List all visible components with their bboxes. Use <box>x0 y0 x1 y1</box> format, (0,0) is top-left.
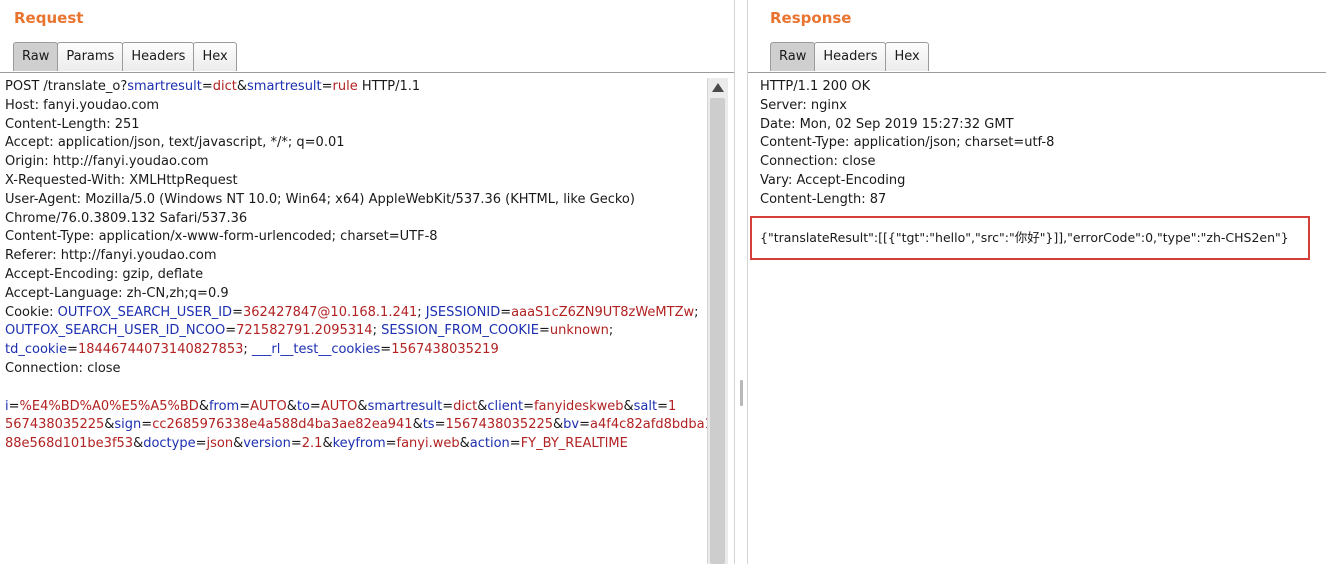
request-header-line: Accept: application/json, text/javascrip… <box>5 135 345 151</box>
request-header-line: Host: fanyi.youdao.com <box>5 97 160 113</box>
response-header-line: Connection: close <box>760 154 876 170</box>
response-header-line: Vary: Accept-Encoding <box>760 172 906 188</box>
cookie-line: OUTFOX_SEARCH_USER_ID_NCOO=721582791.209… <box>5 323 614 339</box>
request-tabs: Raw Params Headers Hex <box>13 42 237 72</box>
response-title: Response <box>770 9 852 27</box>
request-header-line: Content-Type: application/x-www-form-url… <box>5 229 438 245</box>
request-tab-raw[interactable]: Raw <box>13 42 59 71</box>
response-status-line: HTTP/1.1 200 OK <box>760 79 871 94</box>
response-header-line: Content-Type: application/json; charset=… <box>760 135 1055 151</box>
response-header-line: Content-Length: 87 <box>760 191 887 207</box>
response-header-line: Date: Mon, 02 Sep 2019 15:27:32 GMT <box>760 116 1014 132</box>
response-body-json: {"translateResult":[[{"tgt":"hello","src… <box>760 230 1289 245</box>
request-body-line: 88e568d101be3f53&doctype=json&version=2.… <box>5 436 628 452</box>
response-header-line: Server: nginx <box>760 97 847 113</box>
response-tab-headers[interactable]: Headers <box>814 42 887 71</box>
scroll-up-arrow-icon[interactable] <box>712 83 724 92</box>
request-header-line: Content-Length: 251 <box>5 116 140 132</box>
request-body-line: i=%E4%BD%A0%E5%A5%BD&from=AUTO&to=AUTO&s… <box>5 398 677 414</box>
request-header-line: Accept-Encoding: gzip, deflate <box>5 266 204 282</box>
cookie-line: Cookie: OUTFOX_SEARCH_USER_ID=362427847@… <box>5 304 699 320</box>
request-header-line: Referer: http://fanyi.youdao.com <box>5 248 217 264</box>
request-pane: Request Raw Params Headers Hex POST /tra… <box>0 0 734 564</box>
response-tabs: Raw Headers Hex <box>770 42 929 72</box>
request-line: POST /translate_o?smartresult=dict&smart… <box>5 79 421 94</box>
request-title: Request <box>14 9 84 27</box>
request-raw-editor[interactable]: POST /translate_o?smartresult=dict&smart… <box>0 72 734 564</box>
request-tab-params[interactable]: Params <box>57 42 124 71</box>
cookie-line: td_cookie=18446744073140827853; ___rl__t… <box>5 342 499 358</box>
scrollbar-thumb[interactable] <box>710 98 725 564</box>
response-tab-raw[interactable]: Raw <box>770 42 816 71</box>
pane-splitter[interactable] <box>734 0 748 564</box>
response-pane: Response Raw Headers Hex HTTP/1.1 200 OK… <box>748 0 1326 564</box>
request-body-line: 567438035225&sign=cc2685976338e4a588d4ba… <box>5 417 713 433</box>
request-header-line: Accept-Language: zh-CN,zh;q=0.9 <box>5 285 229 301</box>
request-header-line: X-Requested-With: XMLHttpRequest <box>5 172 238 188</box>
response-body-highlight: {"translateResult":[[{"tgt":"hello","src… <box>750 216 1310 260</box>
request-tab-headers[interactable]: Headers <box>122 42 195 71</box>
response-raw-editor[interactable]: HTTP/1.1 200 OK Server: nginx Date: Mon,… <box>748 72 1326 564</box>
response-tab-hex[interactable]: Hex <box>885 42 929 71</box>
request-header-line: Origin: http://fanyi.youdao.com <box>5 154 209 170</box>
request-header-line: User-Agent: Mozilla/5.0 (Windows NT 10.0… <box>5 191 635 207</box>
request-header-line: Connection: close <box>5 360 121 376</box>
request-scrollbar[interactable] <box>707 78 728 564</box>
request-header-line: Chrome/76.0.3809.132 Safari/537.36 <box>5 210 248 226</box>
splitter-grip-icon[interactable] <box>740 380 743 406</box>
request-tab-hex[interactable]: Hex <box>193 42 237 71</box>
